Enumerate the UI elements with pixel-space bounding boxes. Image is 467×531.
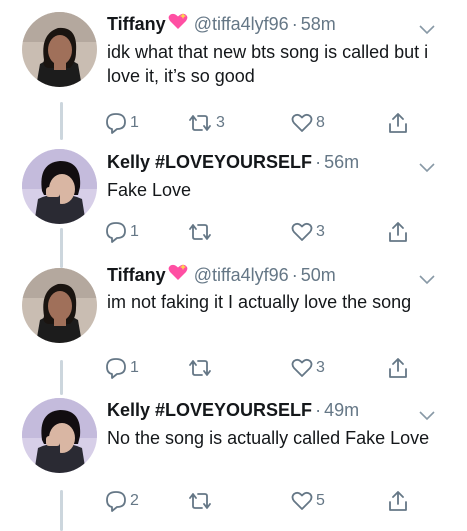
tweet-actions: 2 5 xyxy=(105,488,425,514)
tweet-text: No the song is actually called Fake Love xyxy=(107,428,430,448)
separator-dot: · xyxy=(315,152,322,172)
pink-sparkle-heart-icon xyxy=(168,12,188,35)
heart-icon xyxy=(291,491,313,511)
tweet-header: Kelly #LOVEYOURSELF · 56m xyxy=(107,152,359,178)
display-name[interactable]: Tiffany xyxy=(107,265,166,286)
share-button[interactable] xyxy=(387,110,409,136)
retweet-icon xyxy=(187,357,213,379)
like-button[interactable]: 8 xyxy=(291,110,325,136)
tweet-text: idk what that new bts song is called but… xyxy=(107,42,429,86)
like-button[interactable]: 3 xyxy=(291,355,325,381)
reply-count: 1 xyxy=(130,223,139,240)
chevron-down-icon[interactable] xyxy=(419,22,435,40)
separator-dot: · xyxy=(291,14,298,34)
thread-line xyxy=(60,360,63,395)
avatar[interactable] xyxy=(22,268,97,343)
like-button[interactable]: 3 xyxy=(291,219,325,245)
tweet-header: Tiffany @tiffa4lyf96 · 50m xyxy=(107,263,336,289)
share-icon xyxy=(387,111,409,135)
display-name[interactable]: Kelly #LOVEYOURSELF xyxy=(107,152,312,173)
user-handle[interactable]: @tiffa4lyf96 xyxy=(194,14,289,35)
share-icon xyxy=(387,356,409,380)
reply-icon xyxy=(105,490,127,512)
retweet-button[interactable] xyxy=(187,488,216,514)
timestamp[interactable]: 58m xyxy=(301,14,336,35)
retweet-count: 3 xyxy=(216,114,225,131)
avatar[interactable] xyxy=(22,398,97,473)
user-handle[interactable]: @tiffa4lyf96 xyxy=(194,265,289,286)
reply-icon xyxy=(105,221,127,243)
separator-dot: · xyxy=(315,400,322,420)
reply-count: 2 xyxy=(130,492,139,509)
reply-count: 1 xyxy=(130,114,139,131)
share-button[interactable] xyxy=(387,488,409,514)
pink-sparkle-heart-icon xyxy=(168,263,188,286)
tweet-actions: 1 3 8 xyxy=(105,110,425,136)
retweet-icon xyxy=(187,490,213,512)
separator-dot: · xyxy=(291,265,298,285)
timestamp[interactable]: 56m xyxy=(324,152,359,173)
retweet-button[interactable]: 3 xyxy=(187,110,225,136)
display-name[interactable]: Tiffany xyxy=(107,14,166,35)
thread-line xyxy=(60,228,63,268)
like-count: 3 xyxy=(316,359,325,376)
heart-icon xyxy=(291,358,313,378)
timestamp[interactable]: 49m xyxy=(324,400,359,421)
reply-icon xyxy=(105,112,127,134)
share-icon xyxy=(387,489,409,513)
tweet-text: Fake Love xyxy=(107,180,192,200)
share-button[interactable] xyxy=(387,219,409,245)
like-count: 8 xyxy=(316,114,325,131)
reply-count: 1 xyxy=(130,359,139,376)
tweet-text: im not faking it I actually love the son… xyxy=(107,292,412,312)
reply-button[interactable]: 1 xyxy=(105,219,139,245)
avatar[interactable] xyxy=(22,149,97,224)
timestamp[interactable]: 50m xyxy=(301,265,336,286)
tweet-header: Kelly #LOVEYOURSELF · 49m xyxy=(107,400,359,426)
chevron-down-icon[interactable] xyxy=(419,160,435,178)
tweet-actions: 1 3 xyxy=(105,355,425,381)
share-button[interactable] xyxy=(387,355,409,381)
heart-icon xyxy=(291,113,313,133)
share-icon xyxy=(387,220,409,244)
avatar[interactable] xyxy=(22,12,97,87)
tweet-actions: 1 3 xyxy=(105,219,425,245)
display-name[interactable]: Kelly #LOVEYOURSELF xyxy=(107,400,312,421)
reply-icon xyxy=(105,357,127,379)
retweet-button[interactable] xyxy=(187,219,216,245)
like-button[interactable]: 5 xyxy=(291,488,325,514)
thread-line xyxy=(60,102,63,140)
thread-line xyxy=(60,490,63,531)
retweet-icon xyxy=(187,112,213,134)
tweet-header: Tiffany @tiffa4lyf96 · 58m xyxy=(107,12,336,38)
reply-button[interactable]: 2 xyxy=(105,488,139,514)
heart-icon xyxy=(291,222,313,242)
chevron-down-icon[interactable] xyxy=(419,408,435,426)
like-count: 5 xyxy=(316,492,325,509)
retweet-icon xyxy=(187,221,213,243)
reply-button[interactable]: 1 xyxy=(105,355,139,381)
chevron-down-icon[interactable] xyxy=(419,272,435,290)
like-count: 3 xyxy=(316,223,325,240)
reply-button[interactable]: 1 xyxy=(105,110,139,136)
retweet-button[interactable] xyxy=(187,355,216,381)
